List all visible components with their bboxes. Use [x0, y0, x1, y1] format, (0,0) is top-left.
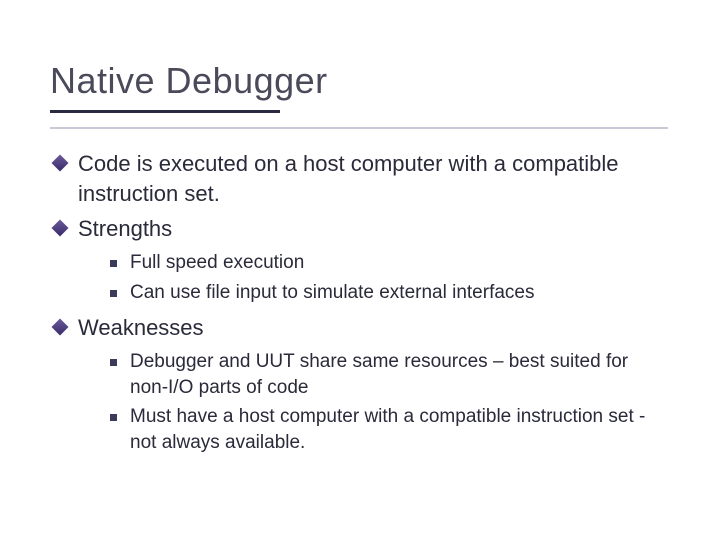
sub-list-item: Must have a host computer with a compati… — [108, 404, 670, 455]
list-item: Code is executed on a host computer with… — [50, 149, 670, 208]
sub-list-item: Debugger and UUT share same resources – … — [108, 349, 670, 400]
bullet-list: Code is executed on a host computer with… — [50, 149, 670, 456]
list-item-text: Weaknesses — [78, 315, 204, 340]
list-item: Weaknesses Debugger and UUT share same r… — [50, 313, 670, 455]
slide-title: Native Debugger — [50, 60, 670, 102]
sub-list-item-text: Can use file input to simulate external … — [130, 282, 535, 303]
sub-list-item: Full speed execution — [108, 250, 670, 276]
slide: Native Debugger Code is executed on a ho… — [0, 0, 720, 504]
sub-list: Full speed execution Can use file input … — [78, 250, 670, 305]
sub-list-item-text: Full speed execution — [130, 252, 304, 273]
list-item: Strengths Full speed execution Can use f… — [50, 214, 670, 305]
list-item-text: Code is executed on a host computer with… — [78, 151, 619, 206]
list-item-text: Strengths — [78, 216, 172, 241]
sub-list: Debugger and UUT share same resources – … — [78, 349, 670, 456]
title-underline — [50, 110, 670, 129]
sub-list-item: Can use file input to simulate external … — [108, 280, 670, 306]
sub-list-item-text: Must have a host computer with a compati… — [130, 406, 645, 453]
sub-list-item-text: Debugger and UUT share same resources – … — [130, 351, 628, 398]
